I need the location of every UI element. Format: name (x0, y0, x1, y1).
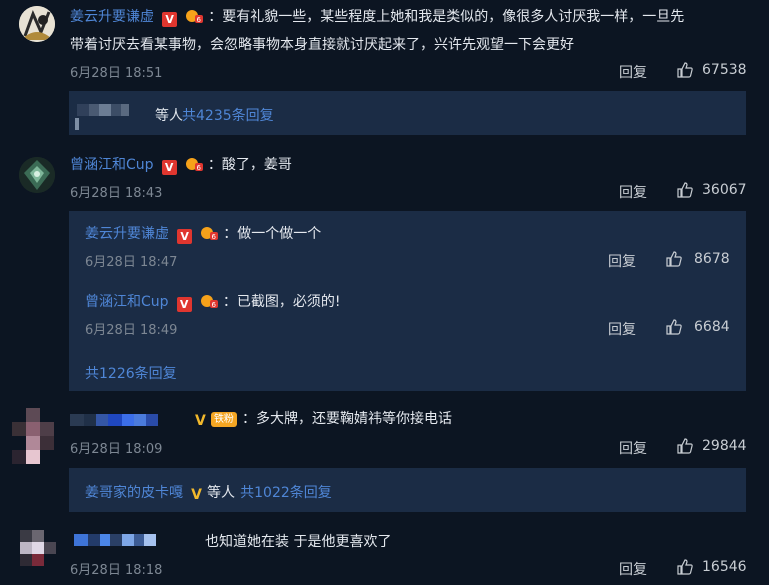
svg-text:6: 6 (211, 301, 216, 309)
avatar[interactable] (19, 157, 55, 193)
level-badge-icon: 6 (201, 227, 219, 241)
thumb-up-icon[interactable] (666, 319, 682, 335)
reply-button[interactable]: 回复 (619, 182, 647, 202)
blurred-username-2 (75, 115, 79, 134)
reply-button[interactable]: 回复 (619, 62, 647, 82)
like-count: 29844 (702, 438, 747, 454)
reply-summary-panel: 姜哥家的皮卡嘎 V 等人 共1022条回复 (69, 468, 746, 512)
vip-badge: V (162, 12, 178, 27)
replies-panel: 姜云升要谦虚 V 6 ：做一个做一个 6月28日 18:47 回复 8678 曾… (69, 211, 746, 391)
comment-header: 姜云升要谦虚 V 6 ：要有礼貌一些，某些程度上她和我是类似的，像很多人讨厌我一… (70, 6, 684, 27)
reply-header: 曾涵江和Cup V 6 ：已截图，必须的! (85, 291, 340, 312)
thumb-up-icon[interactable] (677, 62, 693, 78)
level-badge-icon: 6 (185, 158, 203, 172)
reply-summary-panel: 等人 共4235条回复 (69, 91, 746, 135)
reply-header: 姜云升要谦虚 V 6 ：做一个做一个 (85, 223, 321, 244)
username[interactable]: 姜云升要谦虚 (85, 226, 169, 242)
timestamp: 6月28日 18:51 (70, 66, 163, 81)
vip-badge: V (177, 229, 193, 244)
timestamp: 6月28日 18:49 (85, 323, 178, 338)
comment-header: V 铁粉 ：多大牌，还要鞠婧祎等你接电话 (192, 408, 452, 429)
comment-text: ：多大牌，还要鞠婧祎等你接电话 (242, 411, 453, 427)
reply-summary: 姜哥家的皮卡嘎 V 等人 共1022条回复 (85, 482, 332, 503)
reply-button[interactable]: 回复 (608, 319, 636, 339)
level-badge-icon: 6 (186, 10, 204, 24)
vip-badge: V (195, 413, 206, 429)
avatar[interactable] (12, 408, 60, 466)
like-count: 8678 (694, 251, 730, 267)
timestamp: 6月28日 18:09 (70, 442, 163, 457)
timestamp: 6月28日 18:43 (70, 186, 163, 201)
thumb-up-icon[interactable] (677, 438, 693, 454)
vip-badge: V (176, 297, 192, 312)
reply-text: ：已截图，必须的! (222, 294, 341, 310)
reply-button[interactable]: 回复 (608, 251, 636, 271)
username[interactable]: 曾涵江和Cup (85, 294, 169, 310)
like-count: 16546 (702, 559, 747, 575)
svg-text:6: 6 (196, 164, 201, 172)
thumb-up-icon[interactable] (677, 559, 693, 575)
blurred-username (77, 101, 129, 120)
username[interactable]: 曾涵江和Cup (70, 157, 154, 173)
username[interactable]: 姜云升要谦虚 (70, 9, 154, 25)
more-replies-link[interactable]: 共1226条回复 (85, 363, 177, 383)
thumb-up-icon[interactable] (677, 182, 693, 198)
like-count: 6684 (694, 319, 730, 335)
svg-text:6: 6 (212, 233, 217, 241)
timestamp: 6月28日 18:47 (85, 255, 178, 270)
svg-text:6: 6 (197, 16, 202, 24)
avatar[interactable] (14, 530, 58, 574)
reply-summary-prefix: 等人 (155, 108, 183, 124)
more-replies-link[interactable]: 共4235条回复 (182, 105, 274, 125)
reply-text: ：做一个做一个 (223, 226, 322, 242)
reply-button[interactable]: 回复 (619, 559, 647, 579)
vip-badge: V (191, 487, 202, 503)
username[interactable]: 姜哥家的皮卡嘎 (85, 485, 183, 501)
blurred-username (70, 411, 158, 430)
thumb-up-icon[interactable] (666, 251, 682, 267)
comment-text: ：酸了，姜哥 (207, 157, 292, 173)
comment-header: 曾涵江和Cup V 6 ：酸了，姜哥 (70, 154, 292, 175)
comment-text: 也知道她在装 于是他更喜欢了 (205, 534, 392, 550)
like-count: 67538 (702, 62, 747, 78)
like-count: 36067 (702, 182, 747, 198)
timestamp: 6月28日 18:18 (70, 563, 163, 578)
comment-text: ：要有礼貌一些，某些程度上她和我是类似的，像很多人讨厌我一样，一旦先 (208, 9, 685, 25)
comment-text-continued: 带着讨厌去看某事物，会忽略事物本身直接就讨厌起来了，兴许先观望一下会更好 (70, 37, 574, 53)
reply-button[interactable]: 回复 (619, 438, 647, 458)
level-badge-icon: 6 (200, 295, 218, 309)
more-replies-link[interactable]: 共1022条回复 (240, 485, 332, 501)
avatar[interactable] (19, 6, 55, 42)
blurred-username (74, 531, 156, 550)
reply-summary-prefix: 等人 (207, 485, 236, 501)
vip-badge: V (161, 160, 177, 175)
fan-badge: 铁粉 (210, 412, 237, 427)
